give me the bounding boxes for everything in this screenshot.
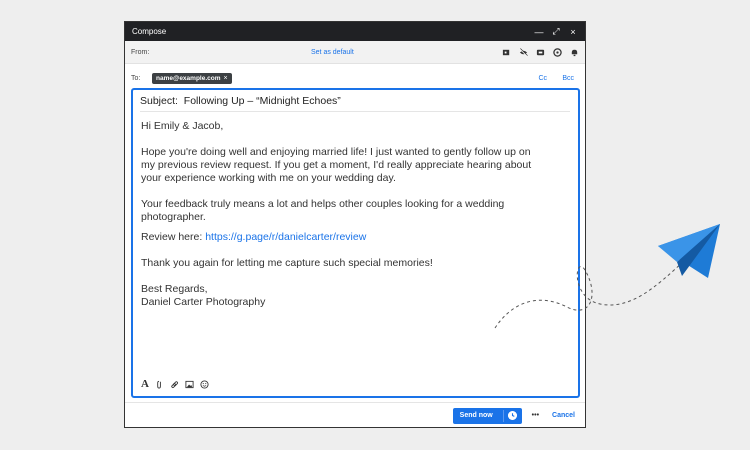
send-now-button[interactable]: Send now — [452, 407, 522, 424]
cc-link[interactable]: Cc — [538, 75, 547, 82]
emoji-icon[interactable] — [200, 379, 209, 389]
hide-icon[interactable] — [519, 47, 528, 57]
remove-recipient-icon[interactable]: × — [224, 75, 228, 82]
tag-icon[interactable] — [502, 48, 511, 57]
recipient-email: name@example.com — [156, 74, 221, 82]
from-label: From: — [131, 48, 150, 56]
recipient-chip[interactable]: name@example.com × — [152, 72, 232, 84]
formatting-toolbar: A — [141, 378, 209, 390]
close-button[interactable]: × — [567, 27, 579, 37]
set-default-link[interactable]: Set as default — [311, 49, 354, 56]
bell-icon[interactable] — [570, 48, 579, 57]
compose-footer: Send now ••• Cancel — [125, 402, 585, 428]
to-label: To: — [131, 74, 141, 82]
paragraph-1-line-2: my previous review request. If you get a… — [141, 159, 532, 171]
send-now-label: Send now — [459, 412, 493, 419]
more-options-button[interactable]: ••• — [532, 412, 539, 419]
subject-label: Subject: — [140, 95, 178, 107]
subject-text: Following Up – “Midnight Echoes” — [183, 95, 341, 107]
subject-line[interactable]: Subject: Following Up – “Midnight Echoes… — [140, 95, 570, 112]
minimize-button[interactable]: — — [533, 27, 545, 37]
image-icon[interactable] — [185, 380, 194, 389]
text-format-icon[interactable]: A — [141, 378, 149, 390]
from-row: From: Set as default — [125, 41, 585, 64]
compose-titlebar: Compose — ⤢ × — [125, 22, 585, 41]
paragraph-1-line-1: Hope you're doing well and enjoying marr… — [141, 146, 531, 158]
review-link[interactable]: https://g.page/r/danielcarter/review — [205, 231, 366, 243]
link-icon[interactable] — [170, 380, 179, 389]
from-icons — [502, 47, 579, 57]
attach-icon[interactable] — [155, 380, 164, 389]
greeting: Hi Emily & Jacob, — [141, 120, 224, 132]
bcc-link[interactable]: Bcc — [562, 75, 574, 82]
dashboard-icon[interactable] — [553, 47, 562, 57]
paragraph-2-line-1: Your feedback truly means a lot and help… — [141, 198, 505, 210]
send-divider — [502, 409, 504, 422]
paper-plane-decoration — [494, 224, 720, 329]
paragraph-1-line-3: your experience working with me on your … — [141, 172, 396, 184]
archive-icon[interactable] — [536, 48, 545, 57]
schedule-clock-icon[interactable] — [507, 410, 517, 420]
paper-plane-icon — [658, 224, 720, 278]
review-label: Review here: — [141, 231, 203, 243]
dotted-trail — [494, 259, 686, 329]
expand-button[interactable]: ⤢ — [550, 26, 562, 37]
window-title: Compose — [132, 27, 167, 36]
cancel-button[interactable]: Cancel — [552, 412, 575, 419]
